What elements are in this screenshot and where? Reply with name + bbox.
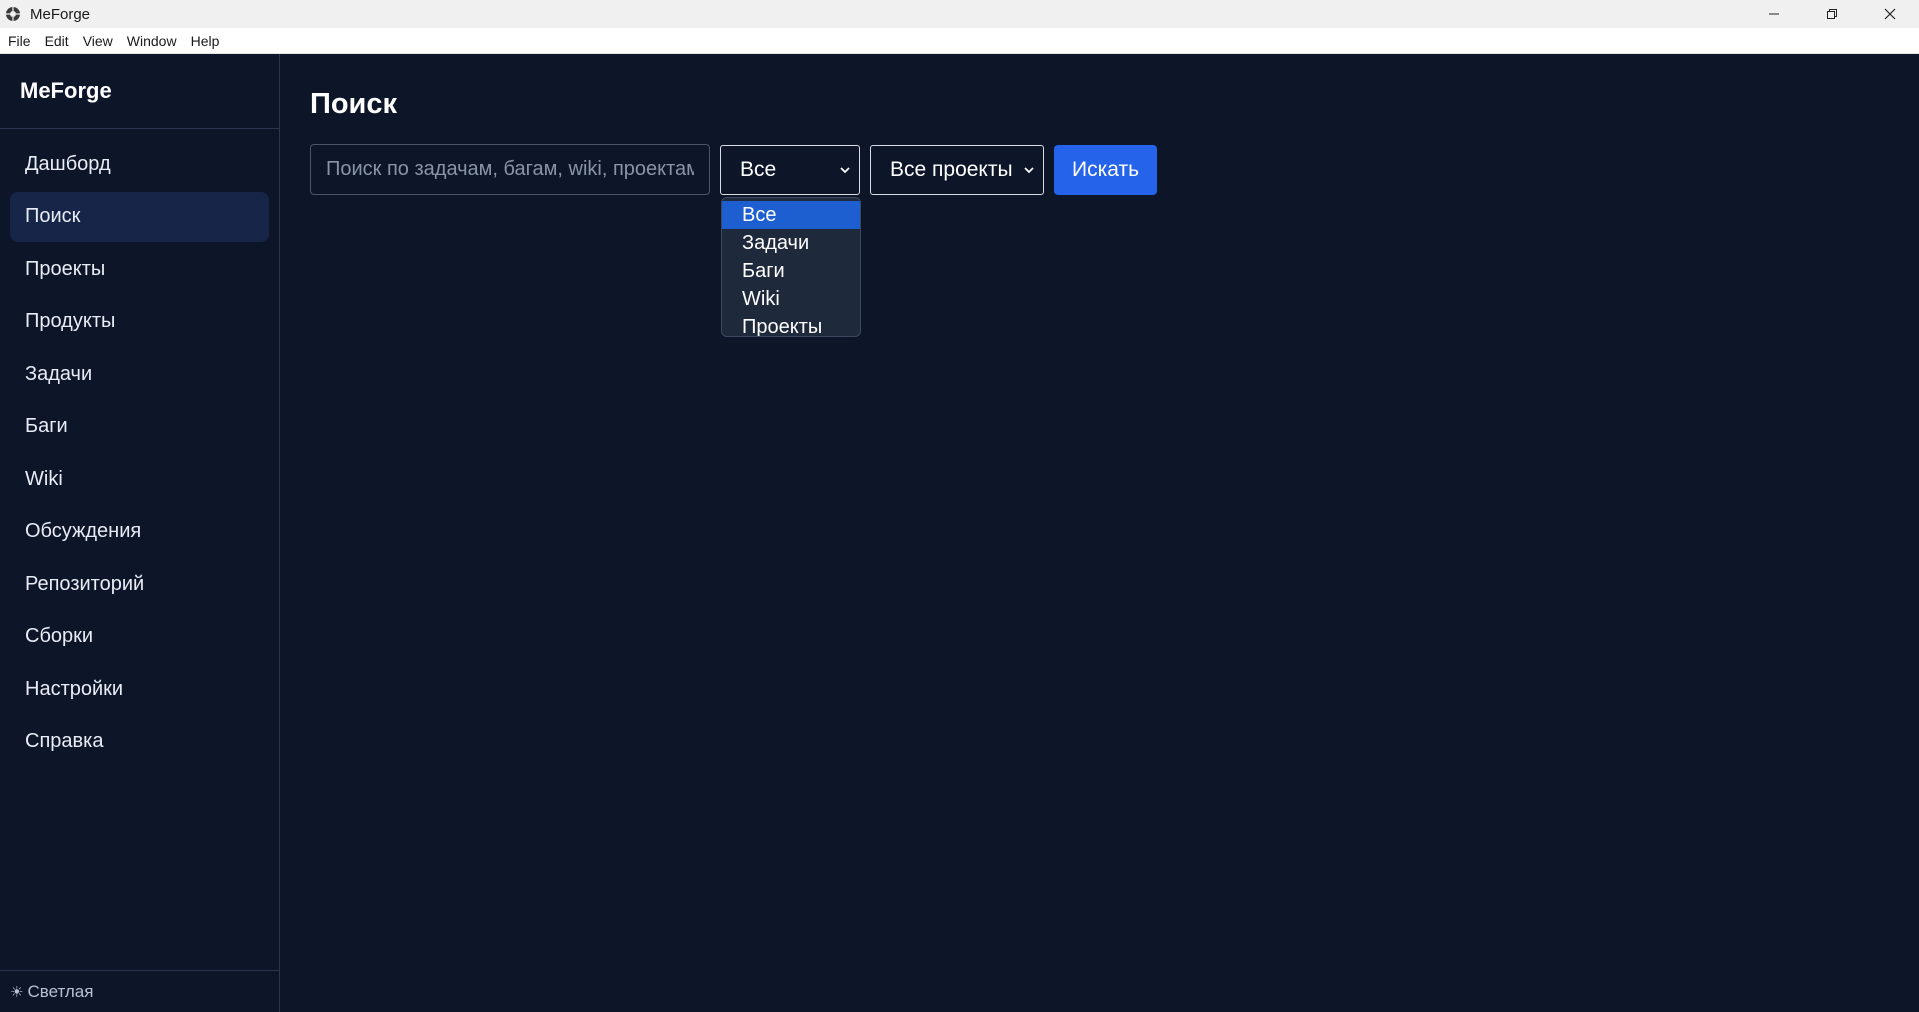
sidebar-item-projects[interactable]: Проекты <box>10 244 269 294</box>
page-title: Поиск <box>310 88 398 120</box>
sidebar-item-wiki[interactable]: Wiki <box>10 454 269 504</box>
sidebar-item-settings[interactable]: Настройки <box>10 664 269 714</box>
type-select-value: Все <box>740 158 777 181</box>
app-logo-icon <box>4 5 22 23</box>
sun-icon: ☀ <box>10 983 24 1001</box>
restore-icon <box>1827 9 1837 19</box>
dropdown-option-bugs[interactable]: Баги <box>722 257 860 285</box>
type-dropdown-list: Все Задачи Баги Wiki Проекты <box>721 197 861 337</box>
sidebar-nav: Дашборд Поиск Проекты Продукты Задачи Ба… <box>0 129 279 767</box>
menu-file[interactable]: File <box>2 30 37 52</box>
close-button[interactable] <box>1861 0 1919 28</box>
brand-title: MeForge <box>0 54 279 129</box>
minimize-button[interactable] <box>1745 0 1803 28</box>
theme-toggle-label: Светлая <box>27 981 94 1001</box>
sidebar-item-discussions[interactable]: Обсуждения <box>10 507 269 557</box>
restore-button[interactable] <box>1803 0 1861 28</box>
menu-window[interactable]: Window <box>121 30 183 52</box>
window-titlebar: MeForge <box>0 0 1919 28</box>
dropdown-option-all[interactable]: Все <box>722 201 860 229</box>
dropdown-option-tasks[interactable]: Задачи <box>722 229 860 257</box>
search-button[interactable]: Искать <box>1054 145 1157 195</box>
menu-view[interactable]: View <box>77 30 119 52</box>
window-title: MeForge <box>30 5 91 23</box>
search-input[interactable] <box>310 144 710 195</box>
sidebar-item-help[interactable]: Справка <box>10 717 269 767</box>
window-controls <box>1745 0 1919 28</box>
sidebar-item-search[interactable]: Поиск <box>10 191 269 242</box>
type-select[interactable]: Все <box>720 145 860 195</box>
menu-help[interactable]: Help <box>185 30 226 52</box>
dropdown-option-projects[interactable]: Проекты <box>722 313 860 337</box>
sidebar-item-products[interactable]: Продукты <box>10 297 269 347</box>
sidebar-item-bugs[interactable]: Баги <box>10 402 269 452</box>
close-icon <box>1884 8 1896 20</box>
main-content: Поиск Все Все проекты Искать Все Задачи … <box>281 54 1919 1012</box>
menu-edit[interactable]: Edit <box>39 30 75 52</box>
sidebar: MeForge Дашборд Поиск Проекты Продукты З… <box>0 54 280 1012</box>
sidebar-item-builds[interactable]: Сборки <box>10 612 269 662</box>
menubar: File Edit View Window Help <box>0 28 1919 54</box>
chevron-down-icon <box>1023 164 1035 176</box>
sidebar-item-tasks[interactable]: Задачи <box>10 349 269 399</box>
project-select-value: Все проекты <box>890 158 1013 181</box>
sidebar-item-dashboard[interactable]: Дашборд <box>10 139 269 189</box>
project-select[interactable]: Все проекты <box>870 145 1044 195</box>
minimize-icon <box>1769 13 1779 15</box>
dropdown-option-wiki[interactable]: Wiki <box>722 285 860 313</box>
chevron-down-icon <box>839 164 851 176</box>
sidebar-item-repository[interactable]: Репозиторий <box>10 559 269 609</box>
theme-toggle[interactable]: ☀ Светлая <box>0 970 280 1012</box>
